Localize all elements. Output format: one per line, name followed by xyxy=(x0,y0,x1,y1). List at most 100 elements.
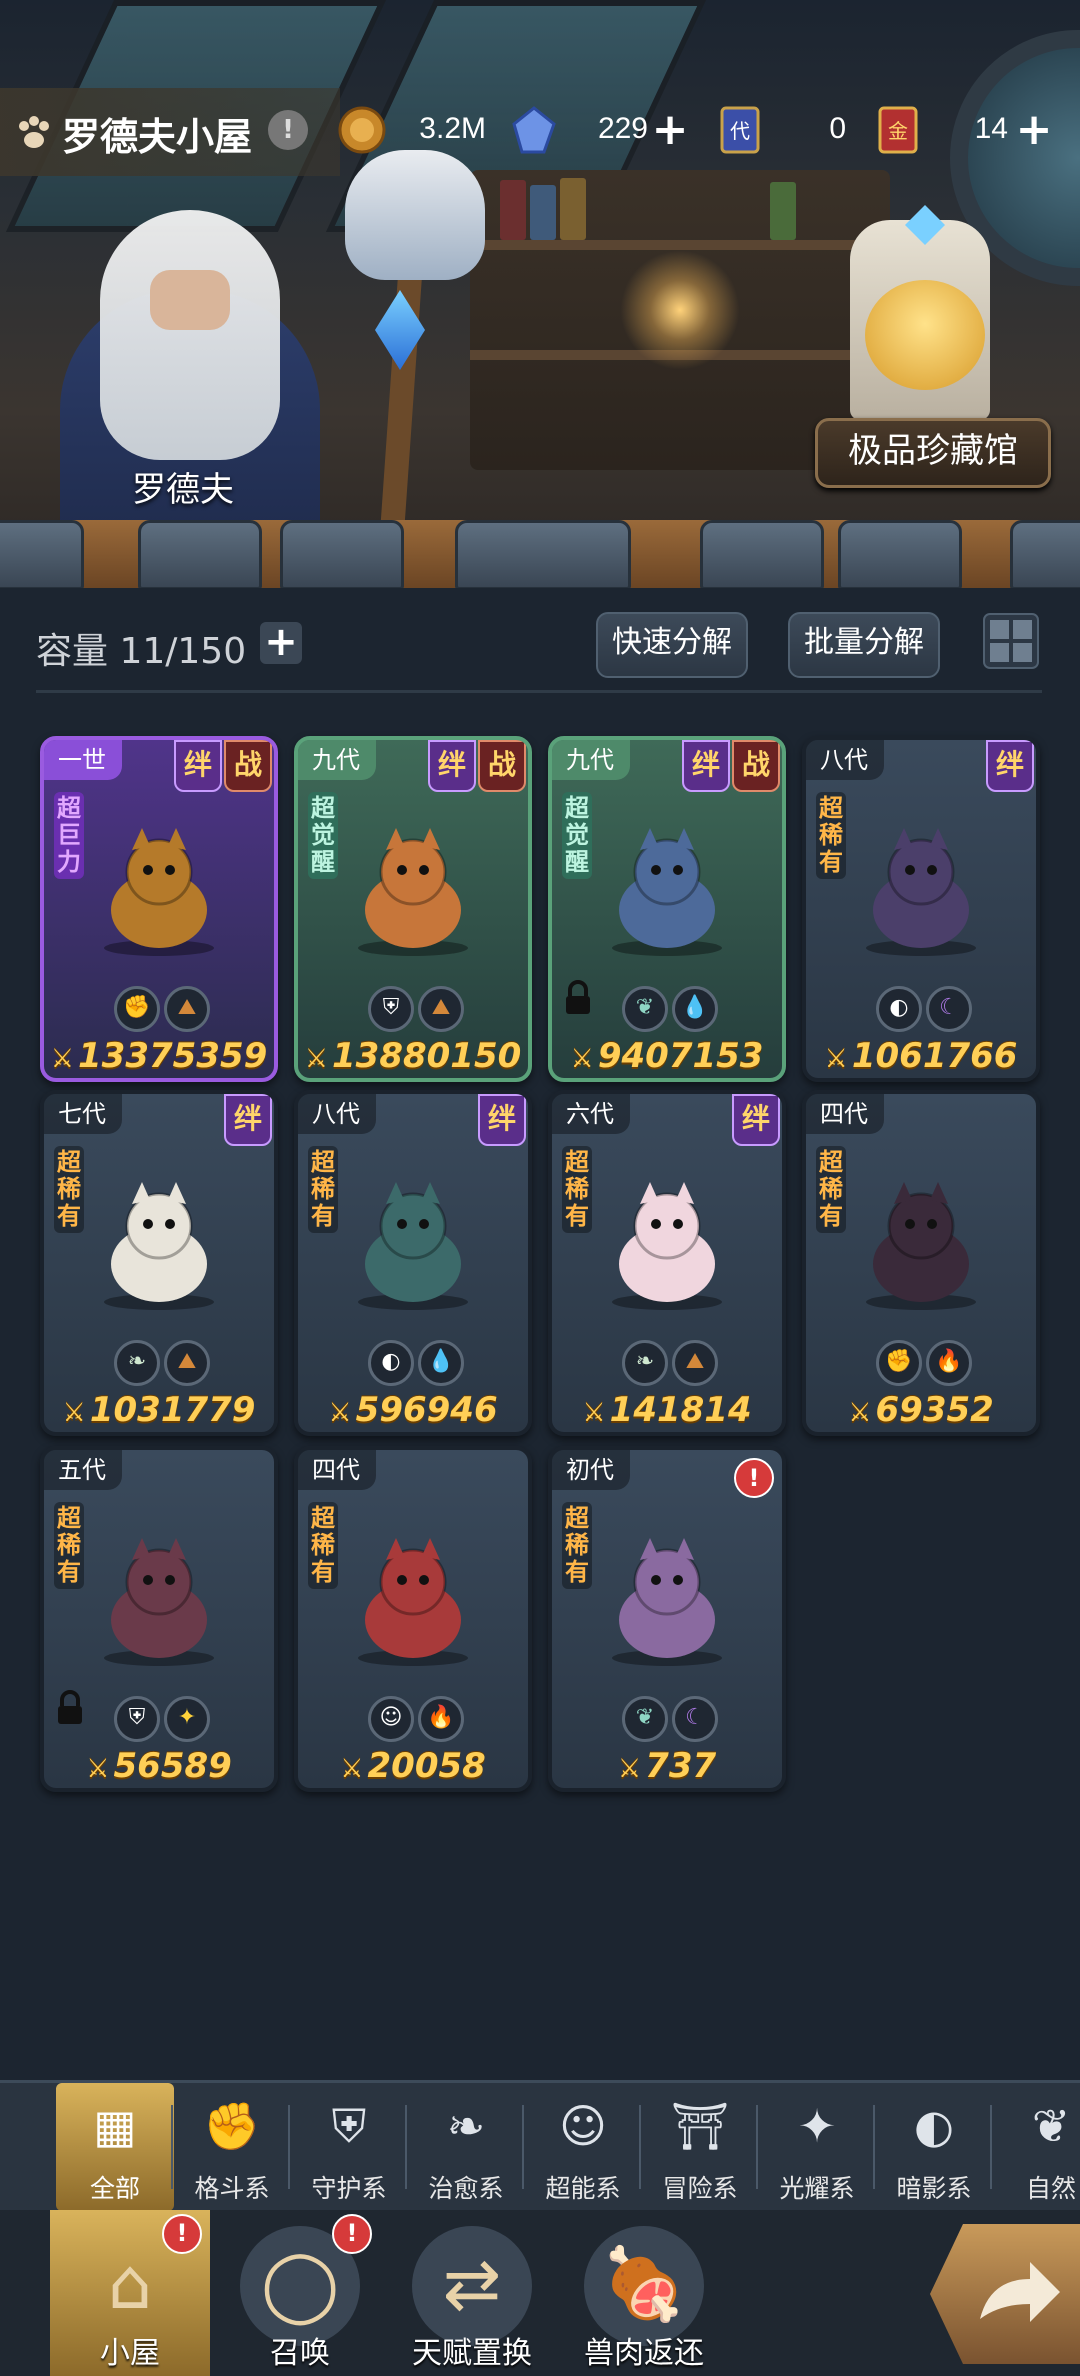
nav-label: 兽肉返还 xyxy=(584,2336,704,2371)
generation-label: 七代 xyxy=(44,1094,122,1134)
pet-card[interactable]: 八代绊超稀有 ◐ 💧 ⚔ 596946 xyxy=(294,1090,532,1436)
filter-tab[interactable]: ❦ 自然 xyxy=(992,2083,1080,2211)
rarity-label: 超觉醒 xyxy=(562,792,592,879)
filter-tab[interactable]: ❧ 治愈系 xyxy=(407,2083,525,2211)
pet-card[interactable]: 八代绊超稀有 ◐ ☾ ⚔ 1061766 xyxy=(802,736,1040,1082)
pet-card[interactable]: 七代绊超稀有 ❧ ⛰ ⚔ 1031779 xyxy=(40,1090,278,1436)
pet-card[interactable]: 初代! 超稀有 ❦ ☾ ⚔ 737 xyxy=(548,1446,786,1792)
bond-tag: 绊 xyxy=(478,1094,526,1146)
pet-card[interactable]: 四代 超稀有 ☺ 🔥 ⚔ 20058 xyxy=(294,1446,532,1792)
rarity-label: 超稀有 xyxy=(54,1146,84,1233)
pet-card[interactable]: 五代 超稀有 ⛨ ✦ ⚔ 56589 xyxy=(40,1446,278,1792)
battle-tag: 战 xyxy=(478,740,526,792)
fist-icon: ✊ xyxy=(876,1340,922,1386)
power-number: 69352 xyxy=(875,1390,994,1430)
sprout-icon: ❧ xyxy=(446,2099,486,2153)
generation-label: 八代 xyxy=(806,740,884,780)
filter-tab-label: 格斗系 xyxy=(194,2174,270,2203)
power-icon: ⚔ xyxy=(340,1754,364,1784)
tab-separator xyxy=(522,2105,524,2189)
filter-tab[interactable]: ✦ 光耀系 xyxy=(758,2083,876,2211)
filter-tab[interactable]: ▦ 全部 xyxy=(56,2083,174,2211)
lock-icon[interactable] xyxy=(54,1690,86,1726)
top-bar: 罗德夫小屋 ! 3.2M 229 + 代 0 金 14 + xyxy=(0,88,1080,176)
power-number: 13375359 xyxy=(78,1036,268,1076)
filter-tab[interactable]: ◐ 暗影系 xyxy=(875,2083,993,2211)
pet-card[interactable]: 四代 超稀有 ✊ 🔥 ⚔ 69352 xyxy=(802,1090,1040,1436)
capacity-label: 容量 11/150 xyxy=(36,631,247,672)
tab-separator xyxy=(171,2105,173,2189)
shadow-icon: ◐ xyxy=(368,1340,414,1386)
quick-decompose-button[interactable]: 快速分解 xyxy=(596,612,748,678)
nav-house-button[interactable]: ⌂ 小屋! xyxy=(50,2210,210,2376)
bond-tag: 绊 xyxy=(224,1094,272,1146)
power-number: 596946 xyxy=(355,1390,498,1430)
filter-tab[interactable]: ⛨ 守护系 xyxy=(290,2083,408,2211)
generation-label: 八代 xyxy=(298,1094,376,1134)
moon-icon: ☾ xyxy=(926,986,972,1032)
museum-button[interactable]: 极品珍藏馆 xyxy=(815,418,1051,488)
generation-label: 初代 xyxy=(552,1450,630,1490)
leaf-icon: ❦ xyxy=(622,1696,668,1742)
power-value: ⚔ 69352 xyxy=(806,1390,1036,1430)
flame-shrine-icon: ⛩ xyxy=(671,2099,730,2153)
nav-swap-button[interactable]: ⇄ 天赋置换 xyxy=(392,2210,552,2376)
gold-card-add-button[interactable]: + xyxy=(1012,108,1056,154)
rarity-label: 超觉醒 xyxy=(308,792,338,879)
power-number: 56589 xyxy=(113,1746,232,1786)
power-number: 20058 xyxy=(367,1746,486,1786)
power-number: 1031779 xyxy=(89,1390,256,1430)
battle-tag: 战 xyxy=(224,740,272,792)
power-icon: ⚔ xyxy=(570,1044,594,1074)
pet-portrait xyxy=(612,1538,722,1666)
rarity-label: 超稀有 xyxy=(308,1146,338,1233)
power-value: ⚔ 1061766 xyxy=(806,1036,1036,1076)
batch-decompose-button[interactable]: 批量分解 xyxy=(788,612,940,678)
cottage-title-bar: 罗德夫小屋 ! xyxy=(0,88,340,176)
crystal-add-button[interactable]: + xyxy=(648,108,692,154)
filter-tab[interactable]: ✊ 格斗系 xyxy=(173,2083,291,2211)
bond-tag: 绊 xyxy=(986,740,1034,792)
fire-icon: 🔥 xyxy=(926,1340,972,1386)
filter-tab[interactable]: ☺ 超能系 xyxy=(524,2083,642,2211)
filter-tab-label: 守护系 xyxy=(311,2174,387,2203)
pet-card[interactable]: 九代绊战超觉醒 ❦ 💧 ⚔ 9407153 xyxy=(548,736,786,1082)
power-icon: ⚔ xyxy=(62,1398,86,1428)
bottom-nav: ⌂ 小屋! ◯ 召唤! ⇄ 天赋置换 🍖 兽肉返还 xyxy=(0,2210,1080,2376)
filter-tab[interactable]: ⛩ 冒险系 xyxy=(641,2083,759,2211)
pet-card[interactable]: 九代绊战超觉醒 ⛨ ⛰ ⚔ 13880150 xyxy=(294,736,532,1082)
power-icon: ⚔ xyxy=(328,1398,352,1428)
power-icon: ⚔ xyxy=(848,1398,872,1428)
filter-tab-label: 超能系 xyxy=(545,2174,621,2203)
gold-card-resource: 金 14 xyxy=(872,104,1008,160)
earth-icon: ⛰ xyxy=(672,1340,718,1386)
filter-tab-label: 冒险系 xyxy=(662,2174,738,2203)
alien-icon: ☺ xyxy=(368,1696,414,1742)
nav-meat-button[interactable]: 🍖 兽肉返还 xyxy=(564,2210,724,2376)
battle-tag: 战 xyxy=(732,740,780,792)
nav-egg-button[interactable]: ◯ 召唤! xyxy=(220,2210,380,2376)
fist-icon: ✊ xyxy=(203,2099,261,2153)
lock-icon[interactable] xyxy=(562,980,594,1016)
fist-icon: ✊ xyxy=(114,986,160,1032)
power-value: ⚔ 13375359 xyxy=(44,1036,274,1076)
leaf-icon: ❦ xyxy=(1031,2099,1071,2153)
grid-view-icon[interactable] xyxy=(982,612,1040,670)
lamp-glow xyxy=(620,250,740,370)
cottage-title: 罗德夫小屋 xyxy=(62,115,253,159)
pet-card[interactable]: 六代绊超稀有 ❧ ⛰ ⚔ 141814 xyxy=(548,1090,786,1436)
tab-separator xyxy=(639,2105,641,2189)
pet-portrait xyxy=(358,1182,468,1310)
power-number: 13880150 xyxy=(332,1036,522,1076)
pet-card[interactable]: 一世绊战超巨力 ✊ ⛰ ⚔ 13375359 xyxy=(40,736,278,1082)
add-capacity-button[interactable]: + xyxy=(260,622,302,664)
museum-idol xyxy=(865,280,985,390)
crystal-icon xyxy=(512,106,556,154)
pet-portrait xyxy=(104,828,214,956)
bond-tag: 绊 xyxy=(732,1094,780,1146)
info-button[interactable]: ! xyxy=(268,110,308,150)
alien-icon: ☺ xyxy=(559,2099,607,2153)
fire-icon: 🔥 xyxy=(418,1696,464,1742)
filter-tab-label: 治愈系 xyxy=(428,2174,504,2203)
divider xyxy=(36,690,1042,693)
